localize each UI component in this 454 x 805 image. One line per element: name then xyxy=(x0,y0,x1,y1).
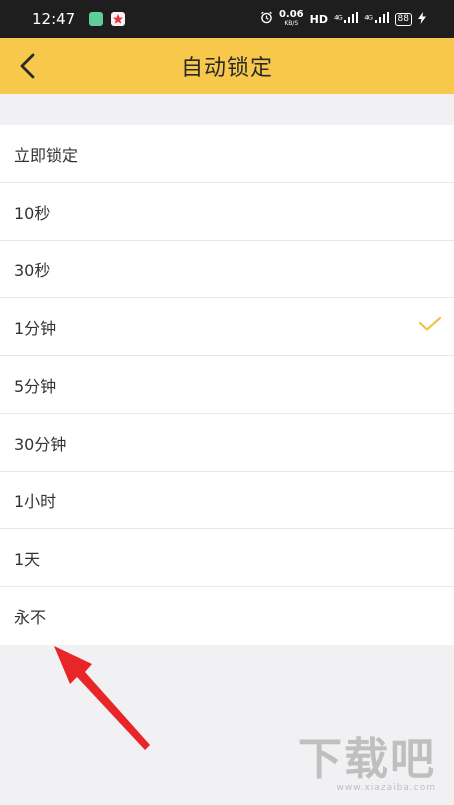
status-time: 12:47 xyxy=(32,10,76,28)
option-label: 永不 xyxy=(14,607,47,627)
app-badge-star-icon xyxy=(111,12,126,26)
option-label: 10秒 xyxy=(14,203,51,223)
signal-2-label: ⁴ᴳ xyxy=(364,13,373,26)
signal-4g-icon-1: ⁴ᴳ xyxy=(333,12,359,26)
option-30-minutes[interactable]: 30分钟 xyxy=(0,414,454,472)
signal-4g-icon-2: ⁴ᴳ xyxy=(364,12,389,26)
battery-level: 88 xyxy=(397,13,409,24)
status-right: 0.06 KB/S HD ⁴ᴳ ⁴ᴳ 88 xyxy=(260,10,426,28)
option-never[interactable]: 永不 xyxy=(0,587,454,645)
network-speed: 0.06 KB/S xyxy=(279,10,304,28)
option-immediate[interactable]: 立即锁定 xyxy=(0,125,454,183)
option-1-minute[interactable]: 1分钟 xyxy=(0,298,454,356)
nav-bar: 自动锁定 xyxy=(0,38,454,94)
option-1-day[interactable]: 1天 xyxy=(0,529,454,587)
status-bar: 12:47 0.06 KB/S HD ⁴ᴳ ⁴ᴳ 88 xyxy=(0,0,454,38)
option-10-seconds[interactable]: 10秒 xyxy=(0,183,454,241)
hd-label: HD xyxy=(309,12,328,26)
option-5-minutes[interactable]: 5分钟 xyxy=(0,356,454,414)
option-label: 30秒 xyxy=(14,261,51,281)
signal-1-label: ⁴ᴳ xyxy=(333,13,343,26)
option-label: 1小时 xyxy=(14,492,57,512)
battery-icon: 88 xyxy=(394,12,412,26)
alarm-icon xyxy=(260,11,273,27)
option-1-hour[interactable]: 1小时 xyxy=(0,472,454,530)
watermark: 下载吧 www.xiazaiba.com xyxy=(298,734,436,794)
charging-icon xyxy=(418,11,426,27)
chevron-left-icon xyxy=(20,53,35,79)
option-label: 立即锁定 xyxy=(14,145,79,165)
option-30-seconds[interactable]: 30秒 xyxy=(0,241,454,299)
network-speed-unit: KB/S xyxy=(284,20,299,27)
app-badge-green-icon xyxy=(89,12,104,26)
network-speed-value: 0.06 xyxy=(278,9,304,20)
option-label: 1天 xyxy=(14,550,41,570)
option-label: 30分钟 xyxy=(14,434,67,454)
option-label: 5分钟 xyxy=(14,376,57,396)
lock-options-list: 立即锁定 10秒 30秒 1分钟 5分钟 30分钟 1小时 1天 永不 xyxy=(0,125,454,645)
option-label: 1分钟 xyxy=(14,319,57,339)
page-title: 自动锁定 xyxy=(180,56,273,81)
status-left: 12:47 xyxy=(32,10,126,28)
watermark-text: 下载吧 xyxy=(298,734,436,785)
back-button[interactable] xyxy=(8,46,48,86)
checkmark-icon xyxy=(418,316,442,336)
